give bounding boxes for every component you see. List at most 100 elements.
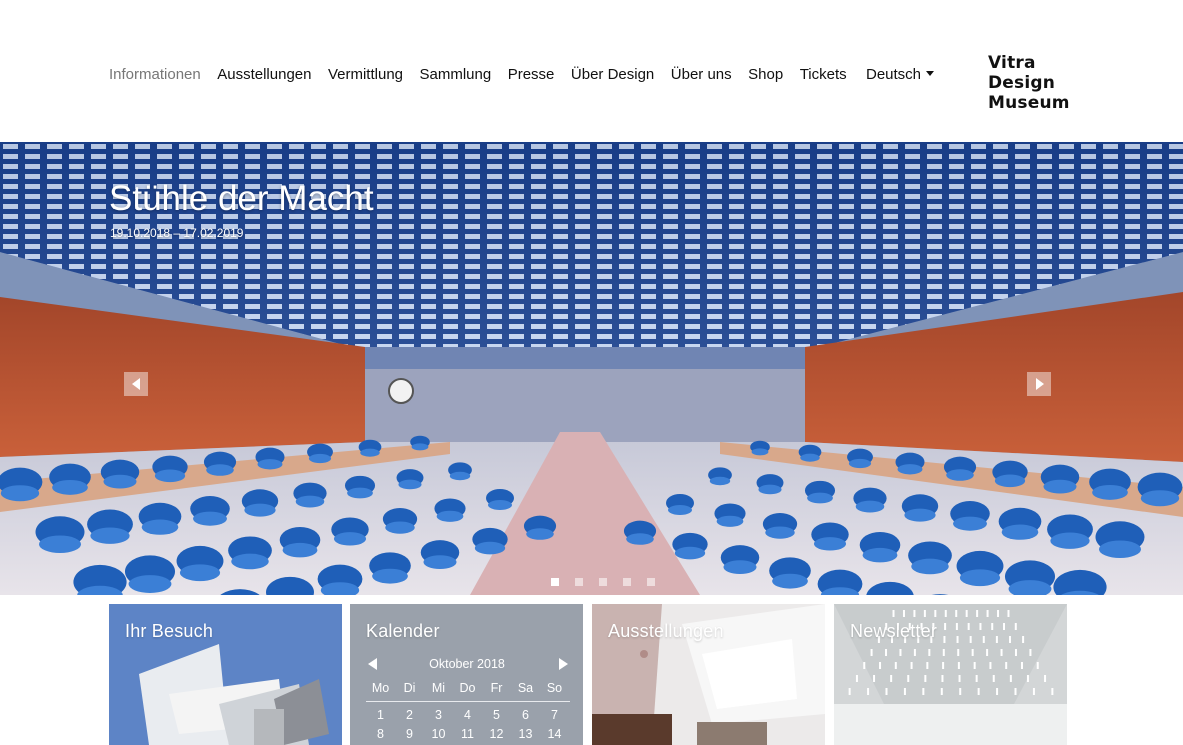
chair-shape [228, 536, 272, 570]
chair-shape [1089, 468, 1131, 500]
hero-dates: 19.10.2018 – 17.02.2019 [110, 226, 244, 240]
site-logo[interactable]: Vitra Design Museum [988, 53, 1070, 113]
nav-item-ueber-design[interactable]: Über Design [571, 66, 654, 83]
chair-shape [817, 569, 863, 595]
language-label: Deutsch [866, 66, 922, 83]
ceiling-light [902, 610, 905, 617]
hero-title[interactable]: Stühle der Macht [109, 179, 374, 219]
language-selector[interactable]: Deutsch [866, 66, 935, 83]
calendar-grid: 1 2 3 4 5 6 7 8 9 10 11 12 13 14 [366, 708, 570, 741]
ceiling-light [958, 675, 961, 682]
ceiling-light [944, 610, 947, 617]
chair-shape [895, 452, 925, 475]
nav-item-presse[interactable]: Presse [508, 66, 555, 83]
nav-item-vermittlung[interactable]: Vermittlung [328, 66, 403, 83]
slider-dot-3[interactable] [599, 578, 607, 586]
ceiling-light [1003, 623, 1006, 630]
calendar-next-icon[interactable] [559, 658, 568, 670]
calendar-day[interactable]: 1 [366, 708, 395, 722]
slider-dot-2[interactable] [575, 578, 583, 586]
chair-shape [241, 489, 279, 517]
slider-dot-4[interactable] [623, 578, 631, 586]
tile-calendar-title[interactable]: Kalender [366, 621, 440, 642]
slider-dot-1[interactable] [551, 578, 559, 586]
ceiling-light [885, 688, 888, 695]
ceiling-light [1000, 649, 1003, 656]
nav-item-ausstellungen[interactable]: Ausstellungen [217, 66, 311, 83]
ceiling-light [982, 636, 985, 643]
ceiling-light [942, 649, 945, 656]
calendar-day[interactable]: 13 [511, 727, 540, 741]
calendar-weekdays: Mo Di Mi Do Fr Sa So [366, 681, 570, 702]
calendar-header: Oktober 2018 [366, 656, 568, 672]
ceiling-light [995, 636, 998, 643]
ceiling-light [940, 688, 943, 695]
nav-item-informationen[interactable]: Informationen [109, 66, 201, 83]
nav-item-ueber-uns[interactable]: Über uns [671, 66, 732, 83]
chair-shape [756, 474, 784, 495]
tile-newsletter[interactable]: Newsletter [834, 604, 1067, 745]
ceiling-light [986, 610, 989, 617]
ceiling-light [863, 662, 866, 669]
chair-shape [35, 516, 85, 553]
nav-item-sammlung[interactable]: Sammlung [420, 66, 492, 83]
calendar-day[interactable]: 10 [424, 727, 453, 741]
ceiling-light [976, 610, 979, 617]
slider-dot-5[interactable] [647, 578, 655, 586]
chair-shape [811, 522, 849, 551]
ceiling-light [1009, 675, 1012, 682]
ceiling-light [926, 662, 929, 669]
main-nav: Informationen Ausstellungen Vermittlung … [109, 66, 863, 83]
chair-shape [420, 540, 460, 569]
calendar-day[interactable]: 5 [482, 708, 511, 722]
tile-exhibitions[interactable]: Ausstellungen [592, 604, 825, 745]
nav-item-tickets[interactable]: Tickets [800, 66, 847, 83]
ceiling-light [1014, 649, 1017, 656]
chair-shape [866, 581, 914, 595]
ceiling-light [1008, 636, 1011, 643]
chair-shape [750, 440, 770, 456]
calendar-day[interactable]: 6 [511, 708, 540, 722]
ceiling-light [855, 675, 858, 682]
ceiling-light [986, 649, 989, 656]
calendar-day[interactable]: 2 [395, 708, 424, 722]
ceiling-light [867, 688, 870, 695]
chair-shape [307, 443, 333, 464]
calendar-day[interactable]: 9 [395, 727, 424, 741]
calendar-day[interactable]: 8 [366, 727, 395, 741]
chair-shape [998, 507, 1042, 540]
weekday: Fr [490, 681, 503, 695]
chair-shape [762, 512, 798, 539]
ceiling-light [894, 662, 897, 669]
chair-shape [1004, 560, 1056, 595]
ceiling-light [1005, 662, 1008, 669]
chair-shape [0, 467, 43, 502]
chair-shape [87, 509, 133, 544]
ceiling-light [899, 649, 902, 656]
ceiling-light [923, 610, 926, 617]
ceiling-light [873, 675, 876, 682]
calendar-day[interactable]: 3 [424, 708, 453, 722]
chair-shape [410, 435, 430, 451]
ceiling-light [989, 662, 992, 669]
arrow-left-icon [132, 378, 140, 390]
tile-visit[interactable]: Ihr Besuch [109, 604, 342, 745]
ceiling-light [996, 688, 999, 695]
calendar-day[interactable]: 7 [540, 708, 569, 722]
ceiling-light [956, 636, 959, 643]
logo-line-2: Design [988, 73, 1056, 93]
chair-shape [448, 462, 472, 481]
calendar-day[interactable]: 11 [453, 727, 482, 741]
calendar-day[interactable]: 12 [482, 727, 511, 741]
ceiling-light [924, 675, 927, 682]
ceiling-light [885, 649, 888, 656]
calendar-day[interactable]: 14 [540, 727, 569, 741]
ceiling-light [907, 675, 910, 682]
chair-shape [124, 555, 176, 593]
slider-prev-button[interactable] [124, 372, 148, 396]
nav-item-shop[interactable]: Shop [748, 66, 783, 83]
slider-next-button[interactable] [1027, 372, 1051, 396]
ceiling-light [870, 649, 873, 656]
calendar-day[interactable]: 4 [453, 708, 482, 722]
tile-visit-title: Ihr Besuch [125, 621, 214, 641]
